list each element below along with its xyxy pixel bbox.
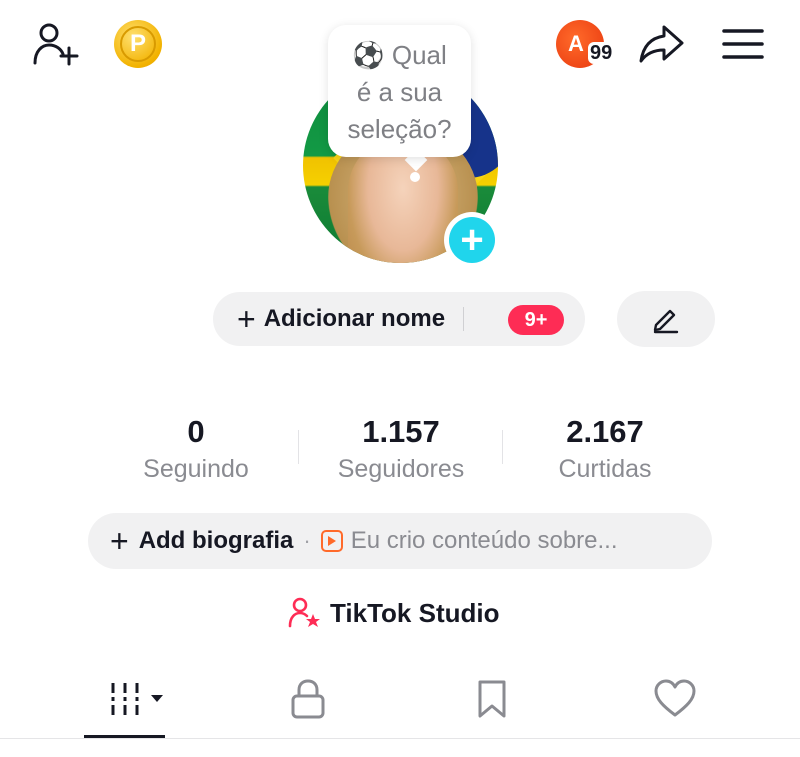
person-plus-icon (33, 23, 79, 66)
stat-value: 0 (187, 414, 205, 449)
notification-count: 99 (588, 42, 615, 64)
coin-icon: P (114, 20, 162, 68)
stat-followers[interactable]: 1.157 Seguidores (301, 414, 501, 486)
plus-icon: + (449, 217, 495, 263)
add-friend-button[interactable] (30, 20, 82, 68)
plus-icon: + (110, 523, 129, 559)
bookmark-icon (478, 680, 506, 718)
question-bubble[interactable]: ⚽ Qual é a sua seleção? (328, 25, 471, 157)
stat-divider (502, 430, 503, 464)
share-arrow-icon (639, 25, 684, 63)
tab-saved[interactable] (452, 676, 532, 722)
heart-icon (654, 679, 696, 717)
pencil-icon (653, 309, 679, 334)
play-square-icon (320, 530, 343, 552)
add-avatar-button[interactable]: + (444, 212, 500, 268)
stat-label: Curtidas (558, 455, 652, 483)
coins-button[interactable]: P (114, 20, 162, 68)
notification-avatar-button[interactable]: A 99 (556, 20, 620, 68)
bio-hint: Eu crio conteúdo sobre... (350, 527, 618, 554)
coin-letter: P (120, 26, 156, 62)
separator: · (303, 528, 311, 553)
bubble-line-3: seleção? (347, 114, 452, 144)
bubble-line-2: é a sua (356, 77, 443, 107)
stat-likes[interactable]: 2.167 Curtidas (505, 414, 705, 486)
soccer-ball-icon: ⚽ (352, 40, 385, 70)
add-bio-button[interactable]: + Add biografia · Eu crio conteúdo sobre… (88, 513, 712, 569)
tab-private[interactable] (268, 676, 348, 722)
stat-value: 1.157 (362, 414, 440, 449)
add-name-label: Adicionar nome (263, 305, 446, 332)
menu-button[interactable] (720, 22, 766, 66)
divider (463, 307, 465, 331)
stat-following[interactable]: 0 Seguindo (96, 414, 296, 486)
share-button[interactable] (636, 20, 688, 68)
tab-liked[interactable] (635, 676, 715, 722)
add-name-badge: 9+ (508, 305, 564, 335)
tab-videos[interactable] (94, 676, 174, 722)
bubble-line-1: Qual (391, 40, 447, 70)
stat-label: Seguidores (337, 455, 465, 483)
lock-icon (291, 679, 325, 719)
bubble-dot (410, 172, 420, 182)
hamburger-menu-icon (722, 29, 764, 59)
tiktok-studio-button[interactable]: TikTok Studio (288, 596, 499, 630)
grid-icon (111, 683, 163, 715)
divider (0, 738, 800, 739)
stat-divider (298, 430, 299, 464)
add-bio-label: Add biografia (138, 527, 294, 554)
plus-icon: + (237, 301, 256, 337)
studio-label: TikTok Studio (330, 597, 500, 628)
stat-value: 2.167 (566, 414, 644, 449)
creator-star-icon (288, 597, 320, 628)
edit-profile-button[interactable] (617, 291, 715, 347)
stat-label: Seguindo (143, 455, 249, 483)
